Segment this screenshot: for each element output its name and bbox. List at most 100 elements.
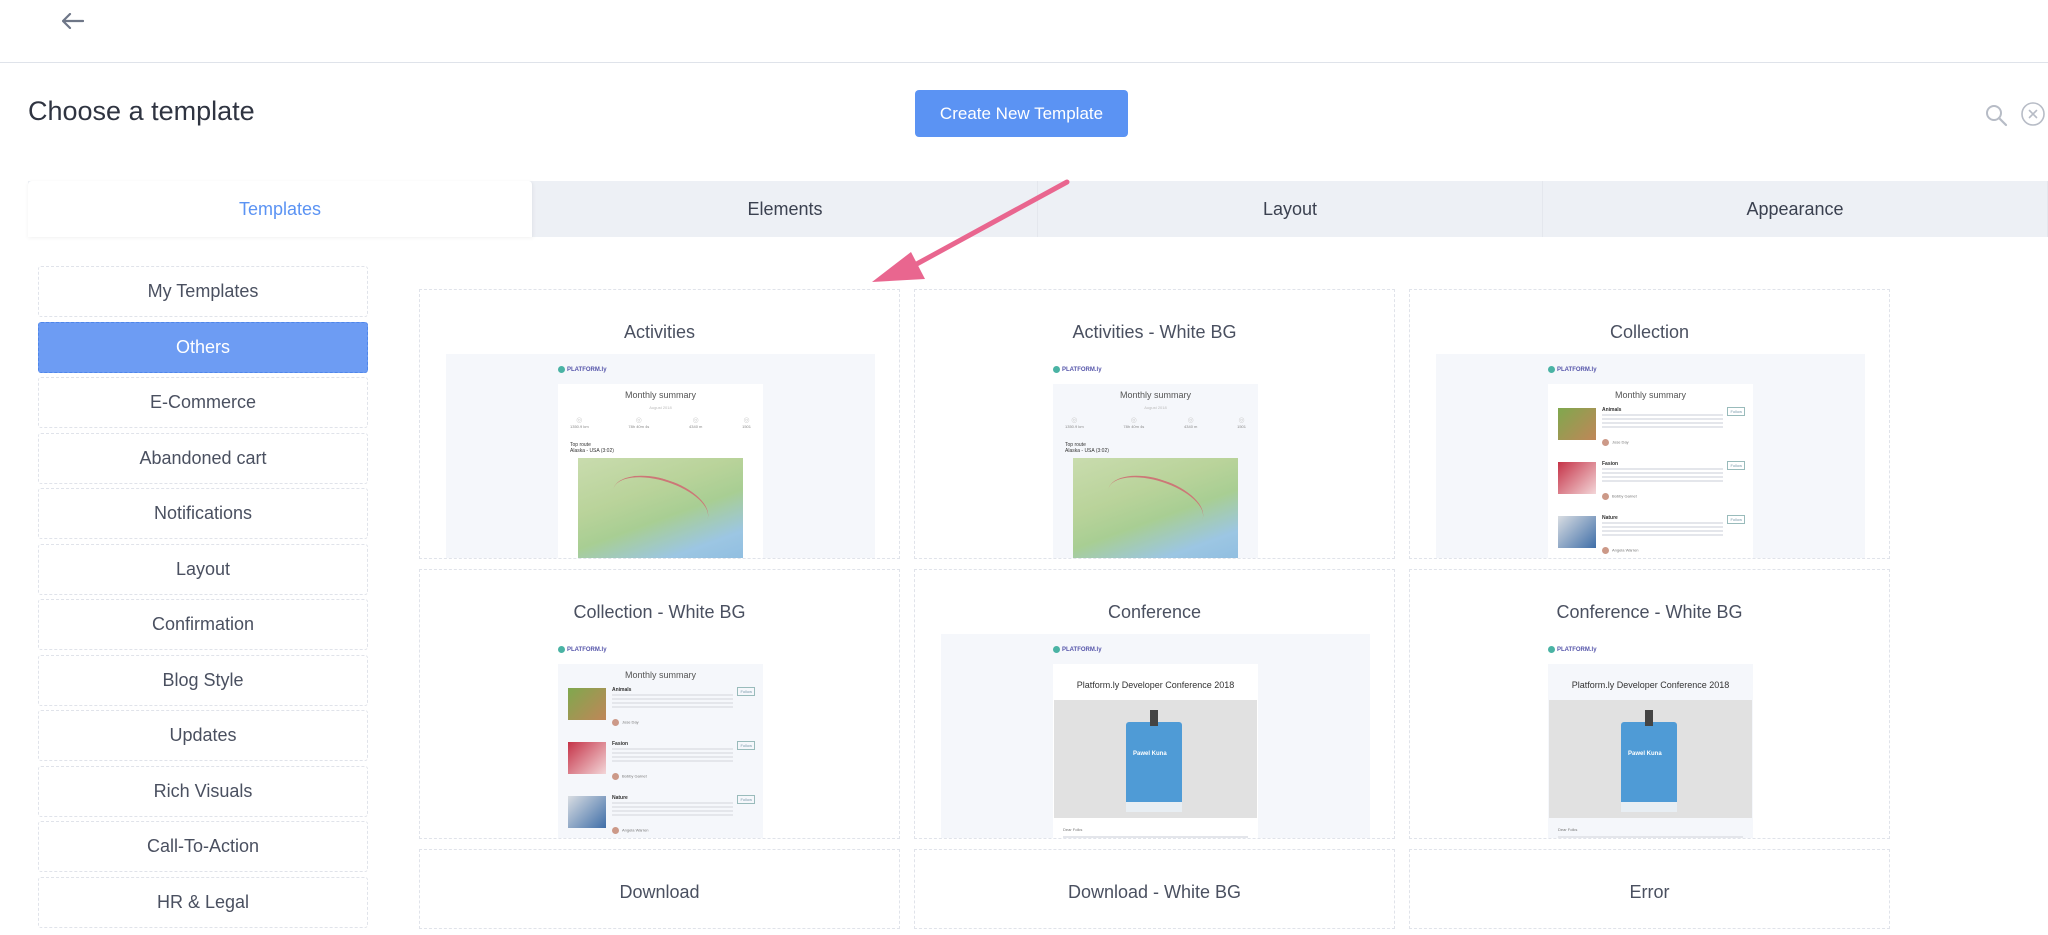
preview-collection-row: Animals Follow Jose Day [568, 684, 755, 732]
category-sidebar: My Templates Others E-Commerce Abandoned ca… [38, 266, 368, 932]
preview-stat: 78h 40m 4s [628, 416, 649, 429]
preview-stat: 1350.9 km [1065, 416, 1084, 429]
preview-row-image [568, 688, 606, 720]
preview-email-body: Platform.ly Developer Conference 2018 Paw… [1053, 664, 1258, 838]
template-card-error[interactable]: Error [1409, 849, 1890, 929]
template-title: Conference [1107, 602, 1202, 622]
preview-row-image [568, 796, 606, 828]
preview-row-text [612, 802, 733, 816]
preview-row-name: Fasion [612, 741, 629, 747]
preview-row-follow: Follow [1727, 515, 1745, 524]
preview-collection-row: Fasion Follow Bobby Garnet [568, 738, 755, 786]
preview-row-author: Angela Warren [612, 827, 649, 834]
preview-conference-photo: Pawel Kuna [1054, 700, 1257, 818]
template-card-conference-white-bg[interactable]: Conference - White BG PLATFORM.ly Platform… [1409, 569, 1890, 839]
preview-heading: Monthly summary [1119, 390, 1191, 400]
close-circle-icon [2021, 102, 2045, 126]
template-tabs: Templates Elements Layout Appearance [28, 181, 2048, 237]
template-card-collection-white-bg[interactable]: Collection - White BG PLATFORM.ly Monthly … [419, 569, 900, 839]
close-button[interactable] [2021, 102, 2045, 126]
preview-row-image [1558, 462, 1596, 494]
template-card-conference[interactable]: Conference PLATFORM.ly Platform.ly Develop… [914, 569, 1395, 839]
preview-collection-row: Fasion Follow Bobby Garnet [1558, 458, 1745, 506]
sidebar-item-others[interactable]: Others [38, 321, 368, 373]
tab-appearance[interactable]: Appearance [1543, 181, 2048, 237]
top-bar [0, 0, 2048, 63]
preview-badge: Pawel Kuna [1621, 710, 1677, 812]
preview-heading: Monthly summary [624, 670, 696, 680]
template-card-activities[interactable]: Activities PLATFORM.ly Monthly summary Augu… [419, 289, 900, 559]
sidebar-item-rich-visuals[interactable]: Rich Visuals [38, 765, 368, 817]
sidebar-item-hr-legal[interactable]: HR & Legal [38, 876, 368, 928]
sidebar-item-layout[interactable]: Layout [38, 543, 368, 595]
preview-row-follow: Follow [737, 741, 755, 750]
preview-conference-photo: Pawel Kuna [1549, 700, 1752, 818]
create-new-template-button[interactable]: Create New Template [915, 90, 1128, 137]
sidebar-item-blog-style[interactable]: Blog Style [38, 654, 368, 706]
preview-row-image [1558, 408, 1596, 440]
preview-stat: 4340 m [1184, 416, 1197, 429]
template-thumbnail: PLATFORM.ly Platform.ly Developer Confere… [1436, 634, 1865, 838]
preview-row-follow: Follow [737, 687, 755, 696]
sidebar-item-updates[interactable]: Updates [38, 710, 368, 761]
template-thumbnail: PLATFORM.ly Monthly summary August 2018 135… [941, 354, 1370, 558]
template-title: Activities - White BG [1072, 322, 1237, 342]
preview-stat: 1350.9 km [570, 416, 589, 429]
tab-elements[interactable]: Elements [533, 181, 1038, 237]
preview-row-author: Angela Warren [1602, 547, 1639, 554]
template-title: Collection [1609, 322, 1690, 342]
preview-map [578, 458, 743, 558]
preview-row-follow: Follow [737, 795, 755, 804]
preview-heading: Monthly summary [624, 390, 696, 400]
back-button[interactable] [58, 6, 88, 36]
preview-row-text [612, 748, 733, 762]
template-title: Download - White BG [1067, 882, 1242, 902]
preview-row-image [568, 742, 606, 774]
preview-row-text [1602, 414, 1723, 428]
template-card-activities-white-bg[interactable]: Activities - White BG PLATFORM.ly Monthly … [914, 289, 1395, 559]
sidebar-item-notifications[interactable]: Notifications [38, 488, 368, 539]
preview-row-author: Jose Day [612, 719, 639, 726]
sidebar-item-abandoned-cart[interactable]: Abandoned cart [38, 432, 368, 484]
tab-templates[interactable]: Templates [28, 181, 533, 237]
tab-layout[interactable]: Layout [1038, 181, 1543, 237]
preview-month: August 2018 [649, 405, 672, 410]
preview-row-name: Nature [612, 795, 628, 801]
template-title: Download [619, 882, 700, 902]
template-thumbnail: PLATFORM.ly Monthly summary August 2018 135… [446, 354, 875, 558]
arrow-left-icon [62, 13, 84, 29]
template-card-collection[interactable]: Collection PLATFORM.ly Monthly summary Anim… [1409, 289, 1890, 559]
sidebar-item-my-templates[interactable]: My Templates [38, 266, 368, 317]
preview-email-body: Monthly summary August 2018 1350.9 km 78h 4… [1053, 384, 1258, 558]
sidebar-item-e-commerce[interactable]: E-Commerce [38, 377, 368, 428]
preview-row-follow: Follow [1727, 407, 1745, 416]
sidebar-item-confirmation[interactable]: Confirmation [38, 599, 368, 650]
preview-route-name: Alaska - USA (3:02) [1065, 448, 1109, 454]
preview-email-body: Monthly summary Animals Follow Jose Day Fasi… [1548, 384, 1753, 558]
preview-email-body: Monthly summary Animals Follow Jose Day Fasi… [558, 664, 763, 838]
preview-badge: Pawel Kuna [1126, 710, 1182, 812]
template-title: Conference - White BG [1556, 602, 1743, 622]
preview-heading: Monthly summary [1614, 390, 1686, 400]
preview-row-name: Animals [1602, 407, 1622, 413]
preview-collection-row: Nature Follow Angela Warren [1558, 512, 1745, 558]
template-thumbnail: PLATFORM.ly Platform.ly Developer Confere… [941, 634, 1370, 838]
sidebar-item-call-to-action[interactable]: Call-To-Action [38, 821, 368, 872]
preview-logo: PLATFORM.ly [558, 366, 607, 373]
preview-collection-row: Animals Follow Jose Day [1558, 404, 1745, 452]
template-title: Activities [623, 322, 695, 342]
preview-row-follow: Follow [1727, 461, 1745, 470]
preview-conference-title: Platform.ly Developer Conference 2018 [1076, 680, 1235, 690]
preview-row-author: Bobby Garnet [1602, 493, 1637, 500]
preview-logo: PLATFORM.ly [1548, 366, 1597, 373]
preview-logo: PLATFORM.ly [1053, 366, 1102, 373]
template-card-download-white-bg[interactable]: Download - White BG [914, 849, 1395, 929]
preview-row-name: Nature [1602, 515, 1618, 521]
preview-route: Top route Alaska - USA (3:02) [1065, 442, 1109, 454]
preview-stat: 1501 [742, 416, 751, 429]
search-icon [1986, 105, 2008, 127]
preview-stat: 4340 m [689, 416, 702, 429]
preview-stats: 1350.9 km 78h 40m 4s 4340 m 1501 [1065, 416, 1246, 429]
template-card-download[interactable]: Download [419, 849, 900, 929]
search-button[interactable] [1984, 103, 2008, 127]
